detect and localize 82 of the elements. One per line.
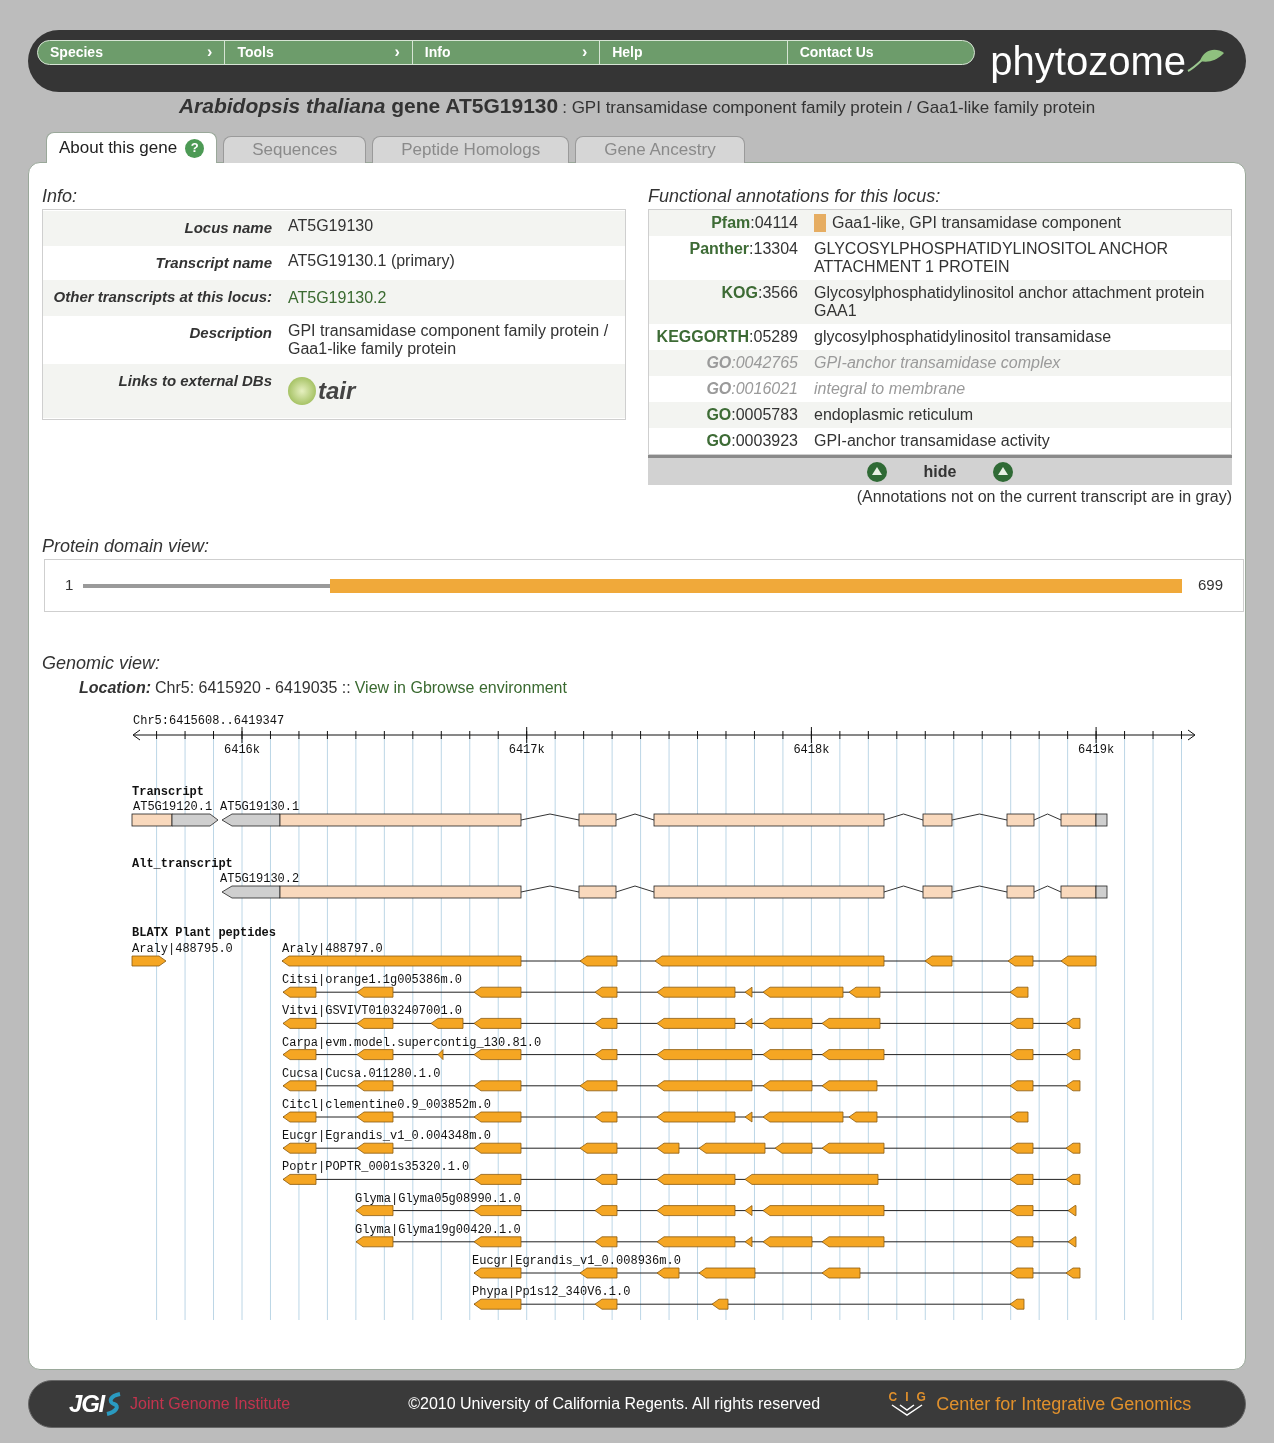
logo-letter: I (905, 1391, 909, 1403)
field-value: AT5G19130.1 (primary) (288, 251, 456, 271)
alignment-label: Phypa|Pp1s12_340V6.1.0 (472, 1285, 631, 1300)
location-value: Chr5: 6415920 - 6419035 :: (155, 678, 351, 698)
annotation-description: integral to membrane (814, 380, 966, 398)
alignment-label: Poptr|POPTR_0001s35320.1.0 (282, 1160, 470, 1175)
menu-item[interactable]: Help (600, 40, 788, 64)
field-label: Links to external DBs (117, 371, 273, 391)
feature-label: AT5G19120.1 (133, 800, 213, 814)
menu-item[interactable]: Species › (38, 40, 226, 64)
institute-name: Joint Genome Institute (130, 1394, 291, 1414)
track-title: Alt_transcript (132, 857, 233, 871)
field-label: Transcript name (154, 252, 273, 273)
alignment-label: Eucgr|Egrandis_v1_0.004348m.0 (282, 1129, 491, 1144)
gene-description: : GPI transamidase component family protein / Gaa1-like family protein (562, 98, 1096, 117)
annotation-id[interactable]: GO:0005783 (649, 406, 814, 424)
gene-title: Arabidopsis thaliana gene AT5G19130 (178, 94, 559, 117)
section-heading: Info: (42, 185, 79, 208)
peptide-alignment (131, 955, 167, 967)
annotation-description: endoplasmic reticulum (814, 406, 974, 424)
flower-icon (288, 377, 316, 405)
annotation-id[interactable]: Panther:13304 (649, 240, 814, 276)
annotation-description: GLYCOSYLPHOSPHATIDYLINOSITOL ANCHOR ATTACHMENT 1 PROTEIN (814, 240, 1170, 276)
menu-item[interactable]: Tools › (225, 40, 413, 64)
annotation-id[interactable]: KEGGORTH:05289 (649, 328, 814, 346)
track-title: Transcript (132, 785, 204, 799)
field-value: GPI transamidase component family protein / Gaa1-like family protein (288, 322, 610, 358)
alignment-label: Eucgr|Egrandis_v1_0.008936m.0 (472, 1254, 681, 1268)
logo-letter: C (888, 1391, 898, 1403)
range-label: Chr5:6415608..6419347 (133, 714, 285, 728)
alignment-label: Glyma|Glyma19g00420.1.0 (355, 1222, 521, 1237)
tick-label: 6419k (1078, 743, 1115, 757)
alignment-label: Araly|488795.0 (132, 942, 233, 956)
annotation-description: GPI-anchor transamidase activity (814, 432, 1050, 450)
annotation-description: GPI-anchor transamidase complex (814, 354, 1061, 372)
collapse-icon[interactable] (992, 460, 1015, 483)
tick-label: 6418k (793, 743, 830, 757)
site-logo[interactable]: phytozome (990, 41, 1186, 81)
annotation-note: (Annotations not on the current transcript are in gray) (856, 487, 1232, 507)
hide-button[interactable]: hide (923, 459, 957, 484)
location-label: Location: (79, 678, 151, 698)
field-label: Description (188, 323, 273, 343)
tick-label: 6417k (508, 743, 545, 757)
jgi-logo: JGI (69, 1389, 105, 1419)
alignment-label: Vitvi|GSVIVT01032407001.0 (282, 1004, 463, 1019)
tair-link[interactable]: tair (318, 373, 356, 409)
track-title: BLATX Plant peptides (132, 926, 277, 940)
tick-label: 6416k (224, 743, 260, 757)
annotation-description: glycosylphosphatidylinositol transamidase (814, 328, 1112, 346)
alignment-label: Cucsa|Cucsa.011280.1.0 (282, 1066, 441, 1081)
alignment-label: Citcl|clementine0.9_003852m.0 (282, 1098, 491, 1112)
annotation-id[interactable]: KOG:3566 (649, 284, 814, 320)
field-value: AT5G19130 (288, 217, 375, 236)
menu-item[interactable]: Info › (412, 40, 601, 64)
section-heading: Genomic view: (42, 652, 162, 675)
menu-item[interactable]: Contact Us (787, 40, 974, 64)
section-heading: Protein domain view: (42, 535, 211, 558)
section-heading: Functional annotations for this locus: (648, 185, 942, 208)
help-icon[interactable]: ? (185, 138, 205, 158)
feature-label: AT5G19130.2 (220, 872, 300, 886)
center-name: Center for Integrative Genomics (936, 1392, 1192, 1416)
chevron-logo-icon (890, 1403, 925, 1417)
collapse-icon[interactable] (865, 460, 888, 483)
position-label: 1 (65, 575, 74, 596)
leaf-icon (1186, 47, 1226, 75)
alignment-label: Carpa|evm.model.supercontig_130.81.0 (282, 1035, 542, 1050)
logo-letter: G (916, 1391, 926, 1403)
alignment-label: Citsi|orange1.1g005386m.0 (282, 973, 463, 988)
annotation-id[interactable]: GO:0003923 (649, 432, 814, 450)
annotation-description: Glycosylphosphatidylinositol anchor attachment protein GAA1 (814, 284, 1206, 320)
transcript-link[interactable]: AT5G19130.2 (288, 286, 387, 310)
field-label: Other transcripts at this locus: (52, 287, 273, 307)
gbrowse-link[interactable]: View in Gbrowse environment (354, 676, 567, 700)
alignment-label: Araly|488797.0 (282, 942, 383, 956)
alignment-label: Glyma|Glyma05g08990.1.0 (355, 1191, 521, 1206)
field-label: Locus name (183, 218, 273, 238)
annotation-id[interactable]: Pfam:04114 (649, 214, 814, 232)
annotation-description: Gaa1-like, GPI transamidase component (832, 214, 1122, 232)
feature-label: AT5G19130.1 (220, 800, 300, 814)
tab[interactable]: About this gene ? (46, 132, 218, 163)
copyright: ©2010 University of California Regents. All rights reserved (408, 1394, 821, 1414)
position-label: 699 (1197, 575, 1223, 596)
